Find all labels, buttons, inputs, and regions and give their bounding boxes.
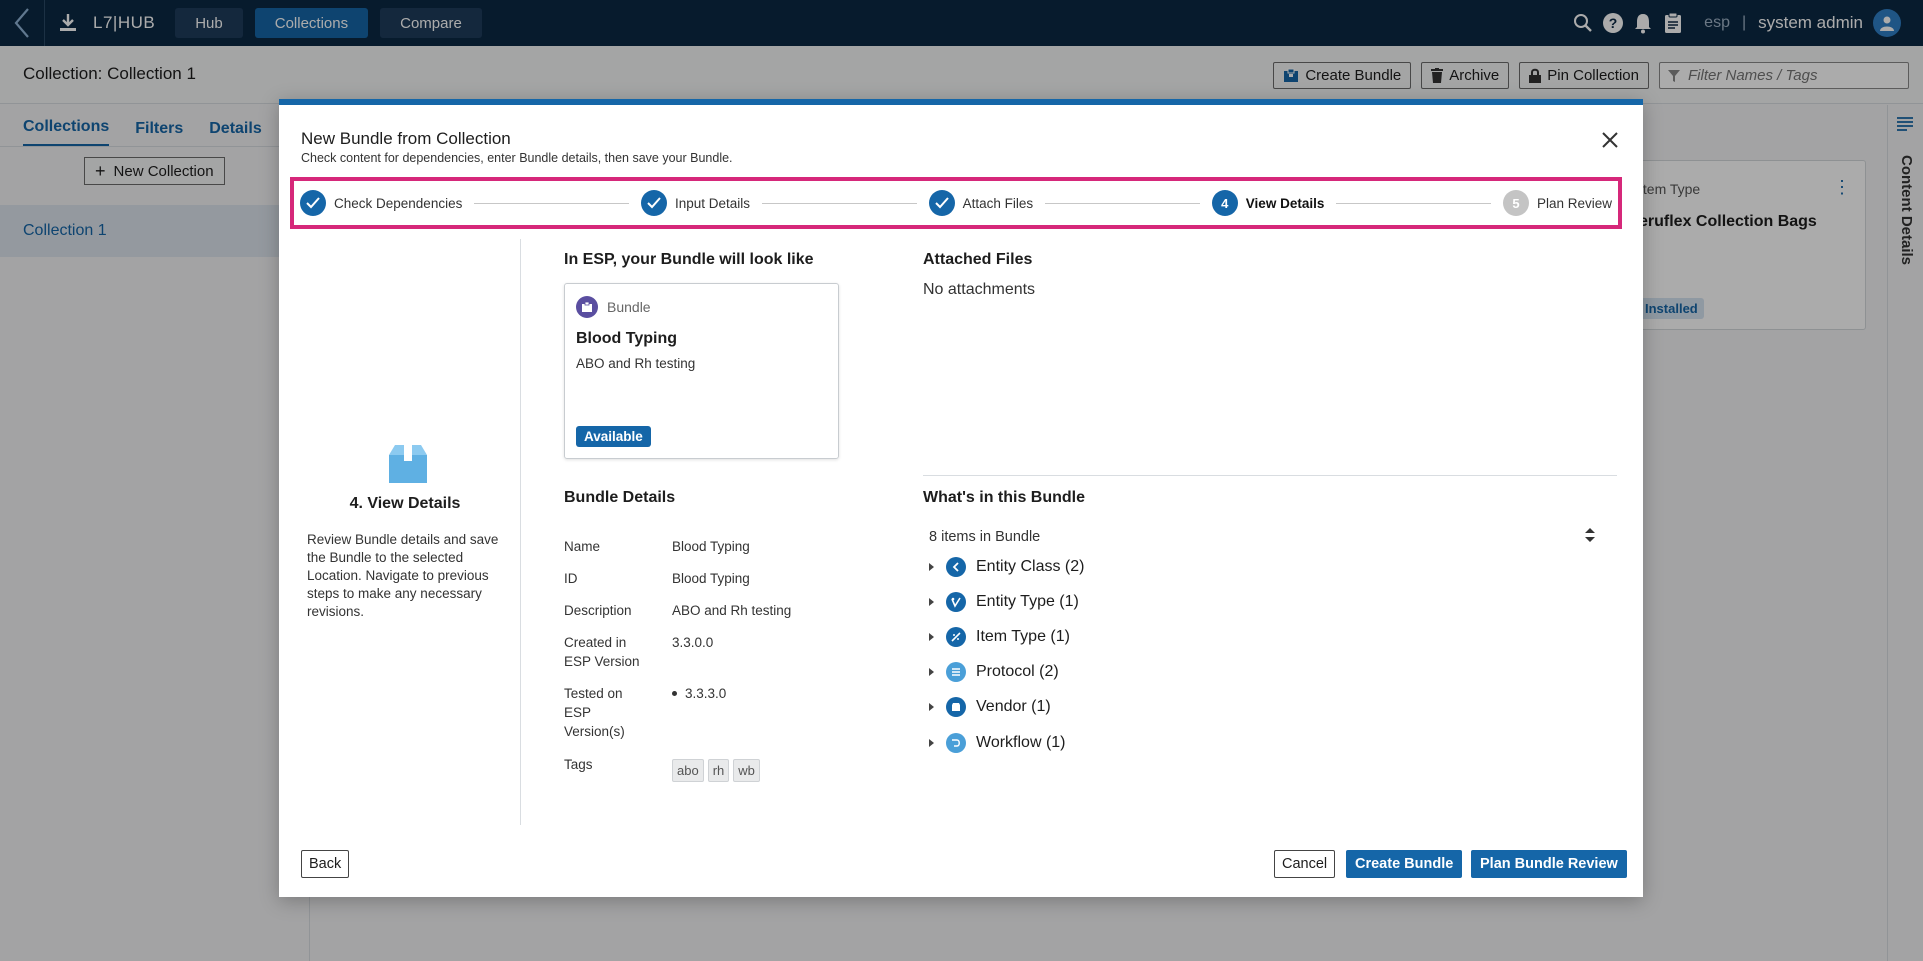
new-bundle-modal: New Bundle from Collection Check content… <box>279 99 1643 897</box>
entity-type-icon <box>946 592 966 612</box>
preview-description: ABO and Rh testing <box>576 356 696 371</box>
tree-label: Entity Type (1) <box>976 593 1079 610</box>
caret-right-icon[interactable] <box>929 598 934 606</box>
step-label: Plan Review <box>1536 195 1613 211</box>
attachments-heading: Attached Files <box>923 251 1033 268</box>
tree-item-vendor[interactable]: Vendor (1) <box>929 697 1051 717</box>
close-icon[interactable] <box>1599 129 1621 151</box>
box-icon <box>387 443 429 488</box>
tree-label: Item Type (1) <box>976 628 1070 645</box>
back-button[interactable]: Back <box>301 850 350 878</box>
detail-label: Description <box>564 603 632 618</box>
details-heading: Bundle Details <box>564 489 676 506</box>
protocol-icon <box>946 662 966 682</box>
contents-heading: What's in this Bundle <box>923 489 1086 506</box>
tag: wb <box>733 759 760 782</box>
tree-label: Protocol (2) <box>976 663 1059 680</box>
step-view-details[interactable]: 4 View Details <box>1211 190 1325 216</box>
modal-footer: Back Cancel Create Bundle Plan Bundle Re… <box>279 832 1643 892</box>
preview-name: Blood Typing <box>576 330 678 347</box>
preview-heading: In ESP, your Bundle will look like <box>564 251 814 268</box>
caret-right-icon[interactable] <box>929 739 934 747</box>
item-count: 8 items in Bundle <box>929 529 1041 545</box>
stepper: Check Dependencies Input Details Attach … <box>290 177 1622 229</box>
tag: rh <box>707 759 730 782</box>
item-count-select[interactable]: 8 items in Bundle <box>923 526 1617 548</box>
tag-list: abo rh wb <box>672 759 862 782</box>
step-number: 4 <box>1211 190 1238 216</box>
detail-label: Created in ESP Version <box>564 635 640 669</box>
caret-right-icon[interactable] <box>929 703 934 711</box>
tree-label: Workflow (1) <box>976 734 1066 751</box>
check-icon <box>300 190 326 216</box>
step-attach-files[interactable]: Attach Files <box>928 190 1034 216</box>
sort-toggle-icon[interactable] <box>1585 528 1595 546</box>
status-badge: Available <box>576 426 651 447</box>
tree-item-entity-type[interactable]: Entity Type (1) <box>929 592 1079 612</box>
step-input-details[interactable]: Input Details <box>640 190 751 216</box>
check-icon <box>640 190 667 216</box>
detail-value: 3.3.0.0 <box>672 635 714 650</box>
detail-label: Tested on ESP Version(s) <box>564 686 625 739</box>
item-type-icon <box>946 627 966 647</box>
preview-type: Bundle <box>607 299 651 315</box>
modal-title: New Bundle from Collection <box>301 129 511 148</box>
tree-label: Entity Class (2) <box>976 558 1085 575</box>
detail-label: Tags <box>564 757 593 772</box>
step-connector <box>474 202 629 204</box>
plan-bundle-review-button[interactable]: Plan Bundle Review <box>1471 850 1627 878</box>
step-plan-review[interactable]: 5 Plan Review <box>1502 190 1613 216</box>
step-connector <box>1336 202 1491 204</box>
step-check-dependencies[interactable]: Check Dependencies <box>300 190 462 216</box>
step-label: Input Details <box>674 195 751 211</box>
step-label: Attach Files <box>962 195 1034 211</box>
step-label: Check Dependencies <box>334 195 463 211</box>
step-connector <box>1045 202 1200 204</box>
vendor-icon <box>946 697 966 717</box>
detail-value: 3.3.3.0 <box>672 684 862 703</box>
tree-item-item-type[interactable]: Item Type (1) <box>929 627 1070 647</box>
tree-item-protocol[interactable]: Protocol (2) <box>929 662 1059 682</box>
bundle-icon <box>576 296 598 318</box>
step-number: 5 <box>1502 190 1529 216</box>
detail-value: ABO and Rh testing <box>672 603 792 618</box>
tree-label: Vendor (1) <box>976 698 1051 715</box>
workflow-icon <box>946 733 966 753</box>
step-title: 4. View Details <box>349 495 461 512</box>
caret-right-icon[interactable] <box>929 668 934 676</box>
no-attachments-text: No attachments <box>923 281 1036 298</box>
caret-right-icon[interactable] <box>929 563 934 571</box>
step-label: View Details <box>1245 195 1325 211</box>
bundle-preview-card: Bundle Blood Typing ABO and Rh testing A… <box>564 283 839 459</box>
detail-label: ID <box>564 571 578 586</box>
detail-value: Blood Typing <box>672 571 750 586</box>
entity-class-icon <box>946 557 966 577</box>
step-connector <box>762 202 917 204</box>
tag: abo <box>672 759 704 782</box>
cancel-button[interactable]: Cancel <box>1274 850 1336 878</box>
tested-version: 3.3.3.0 <box>685 686 727 701</box>
create-bundle-submit-button[interactable]: Create Bundle <box>1346 850 1463 878</box>
detail-label: Name <box>564 539 601 554</box>
check-icon <box>928 190 955 216</box>
step-info-panel: 4. View Details Review Bundle details an… <box>289 239 521 825</box>
divider <box>923 475 1617 476</box>
modal-subtitle: Check content for dependencies, enter Bu… <box>301 151 733 165</box>
step-description: Review Bundle details and save the Bundl… <box>307 532 499 619</box>
tree-item-entity-class[interactable]: Entity Class (2) <box>929 557 1084 577</box>
tree-item-workflow[interactable]: Workflow (1) <box>929 733 1066 753</box>
caret-right-icon[interactable] <box>929 633 934 641</box>
detail-value: Blood Typing <box>672 539 750 554</box>
